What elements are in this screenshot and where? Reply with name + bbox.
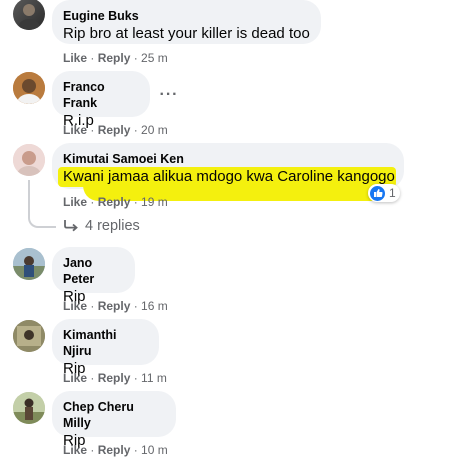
comment-bubble: Jano Peter Rip — [52, 247, 135, 305]
comment-actions: Like · Reply · 11 m — [63, 371, 167, 385]
comment-actions: Like · Reply · 19 m — [63, 195, 168, 209]
comment-author[interactable]: Kimanthi Njiru — [63, 327, 147, 359]
comment-time[interactable]: 20 m — [141, 123, 168, 137]
avatar[interactable] — [13, 248, 45, 280]
thread-line — [28, 180, 30, 206]
avatar[interactable] — [13, 392, 45, 424]
comment-bubble: Franco Frank R.i.p — [52, 71, 150, 129]
like-link[interactable]: Like — [63, 443, 87, 457]
reaction-count[interactable]: 1 — [368, 184, 400, 202]
comment-bubble: Kimanthi Njiru Rip — [52, 319, 159, 377]
reply-link[interactable]: Reply — [98, 51, 131, 65]
thumbs-up-icon — [370, 185, 385, 201]
reply-link[interactable]: Reply — [98, 443, 131, 457]
comment-author[interactable]: Kimutai Samoei Ken — [63, 151, 392, 167]
comment-text: Rip bro at least your killer is dead too — [63, 25, 310, 42]
like-link[interactable]: Like — [63, 371, 87, 385]
comment-time[interactable]: 11 m — [141, 371, 167, 385]
thread-connector — [28, 206, 56, 228]
like-link[interactable]: Like — [63, 123, 87, 137]
like-link[interactable]: Like — [63, 195, 87, 209]
reply-link[interactable]: Reply — [98, 371, 131, 385]
comment-actions: Like · Reply · 25 m — [63, 51, 168, 65]
comment-time[interactable]: 10 m — [141, 443, 168, 457]
comment-time[interactable]: 16 m — [141, 299, 168, 313]
reaction-count-value: 1 — [389, 186, 396, 200]
view-replies-link[interactable]: 4 replies — [63, 217, 140, 235]
comment-author[interactable]: Jano Peter — [63, 255, 123, 287]
reply-arrow-icon — [64, 220, 78, 232]
comment-bubble: Chep Cheru Milly Rip — [52, 391, 176, 449]
comment-actions: Like · Reply · 20 m — [63, 123, 168, 137]
more-options-button[interactable]: ··· — [157, 87, 181, 106]
comment-author[interactable]: Chep Cheru Milly — [63, 399, 164, 431]
comment-bubble: Eugine Buks Rip bro at least your killer… — [52, 0, 321, 44]
avatar[interactable] — [13, 0, 45, 30]
comment-actions: Like · Reply · 10 m — [63, 443, 168, 457]
ellipsis-icon: ··· — [159, 86, 179, 103]
like-link[interactable]: Like — [63, 299, 87, 313]
comment-actions: Like · Reply · 16 m — [63, 299, 168, 313]
comment-time[interactable]: 25 m — [141, 51, 168, 65]
avatar[interactable] — [13, 72, 45, 104]
comment-text: Kwani jamaa alikua mdogo kwa Caroline ka… — [63, 168, 395, 185]
replies-label: 4 replies — [85, 218, 140, 234]
reply-link[interactable]: Reply — [98, 299, 131, 313]
like-link[interactable]: Like — [63, 51, 87, 65]
avatar[interactable] — [13, 144, 45, 176]
comment-author[interactable]: Eugine Buks — [63, 8, 309, 24]
comment-time[interactable]: 19 m — [141, 195, 168, 209]
comment-bubble: Kimutai Samoei Ken Kwani jamaa alikua md… — [52, 143, 404, 201]
avatar[interactable] — [13, 320, 45, 352]
comment-author[interactable]: Franco Frank — [63, 79, 138, 111]
reply-link[interactable]: Reply — [98, 195, 131, 209]
reply-link[interactable]: Reply — [98, 123, 131, 137]
